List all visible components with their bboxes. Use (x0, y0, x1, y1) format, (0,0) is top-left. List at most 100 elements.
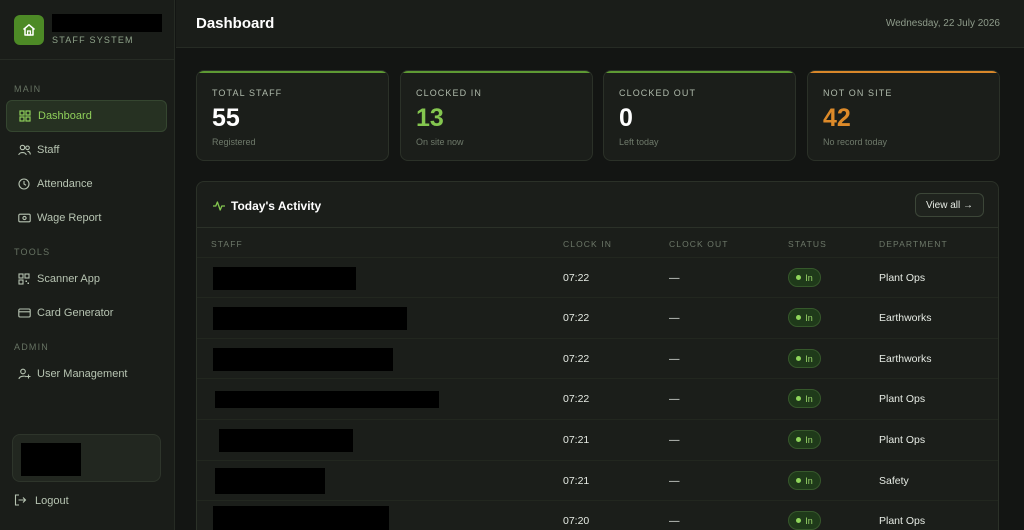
clock-in-time: 07:21 (563, 475, 590, 487)
status-dot-icon (796, 356, 802, 361)
clock-out-time: — (669, 272, 680, 284)
activity-title: Today's Activity (231, 199, 322, 213)
clock-out-time: — (669, 353, 680, 365)
department: Plant Ops (879, 393, 926, 405)
status-text: In (805, 434, 813, 445)
sidebar-item-user-management[interactable]: User Management (6, 358, 167, 390)
sidebar-item-label: Card Generator (37, 307, 114, 319)
stat-subtext: No record today (823, 137, 888, 147)
staff-name-redacted (219, 429, 353, 452)
view-all-button[interactable]: View all → (914, 193, 984, 217)
grid-icon (18, 109, 32, 123)
sidebar-item-label: Attendance (37, 178, 93, 190)
status-text: In (805, 475, 813, 486)
sidebar-item-label: Dashboard (38, 110, 92, 122)
sidebar-item-dashboard[interactable]: Dashboard (6, 100, 167, 132)
stat-card-not-on-site: NOT ON SITE 42 No record today (807, 70, 1000, 161)
stat-subtext: Left today (619, 137, 659, 147)
column-header-department[interactable]: DEPARTMENT (879, 239, 948, 249)
clock-icon (17, 177, 31, 191)
status-dot-icon (796, 275, 802, 280)
sidebar-item-scanner-app[interactable]: Scanner App (6, 263, 167, 295)
stat-label: CLOCKED IN (416, 88, 483, 98)
stat-label: TOTAL STAFF (212, 88, 283, 98)
table-row[interactable]: 07:22 — In Earthworks (197, 297, 998, 337)
department: Earthworks (879, 312, 932, 324)
sidebar-item-wage-report[interactable]: Wage Report (6, 202, 167, 234)
users-icon (17, 143, 31, 157)
sidebar-item-label: Scanner App (37, 273, 100, 285)
table-row[interactable]: 07:21 — In Safety (197, 460, 998, 500)
column-header-staff[interactable]: STAFF (211, 239, 243, 249)
clock-out-time: — (669, 434, 680, 446)
department: Plant Ops (879, 515, 926, 527)
department: Plant Ops (879, 434, 926, 446)
department: Plant Ops (879, 272, 926, 284)
staff-name-redacted (213, 506, 389, 530)
activity-panel-header: Today's Activity View all → (197, 182, 998, 228)
clock-in-time: 07:22 (563, 393, 590, 405)
activity-panel: Today's Activity View all → STAFF CLOCK … (196, 181, 999, 530)
column-header-status[interactable]: STATUS (788, 239, 827, 249)
status-badge: In (788, 349, 821, 368)
home-icon[interactable] (14, 14, 44, 45)
status-text: In (805, 353, 813, 364)
sidebar-item-label: Wage Report (37, 212, 102, 224)
section-label-tools: TOOLS (14, 247, 51, 257)
user-name-redacted (21, 443, 81, 476)
status-badge: In (788, 511, 821, 530)
status-dot-icon (796, 396, 802, 401)
stat-value: 0 (619, 104, 633, 132)
qr-icon (17, 272, 31, 286)
department: Safety (879, 475, 909, 487)
sidebar-item-label: Staff (37, 144, 60, 156)
section-label-admin: ADMIN (14, 342, 49, 352)
logout-button[interactable]: Logout (14, 494, 69, 508)
column-header-clock-out[interactable]: CLOCK OUT (669, 239, 729, 249)
clock-out-time: — (669, 312, 680, 324)
status-badge: In (788, 389, 821, 408)
top-bar: Dashboard Wednesday, 22 July 2026 (176, 0, 1024, 48)
clock-in-time: 07:20 (563, 515, 590, 527)
activity-pulse-icon (212, 199, 226, 213)
table-row[interactable]: 07:22 — In Earthworks (197, 338, 998, 378)
table-row[interactable]: 07:21 — In Plant Ops (197, 419, 998, 459)
status-dot-icon (796, 437, 802, 442)
status-dot-icon (796, 315, 802, 320)
table-row[interactable]: 07:20 — In Plant Ops (197, 500, 998, 530)
sidebar-item-card-generator[interactable]: Card Generator (6, 297, 167, 329)
clock-out-time: — (669, 475, 680, 487)
user-gear-icon (17, 367, 31, 381)
user-profile-card[interactable] (12, 434, 161, 482)
clock-in-time: 07:22 (563, 312, 590, 324)
department: Earthworks (879, 353, 932, 365)
brand-subtitle: STAFF SYSTEM (52, 35, 134, 45)
logout-icon (14, 494, 28, 508)
table-row[interactable]: 07:22 — In Plant Ops (197, 257, 998, 297)
stat-card-clocked-out: CLOCKED OUT 0 Left today (603, 70, 796, 161)
status-text: In (805, 312, 813, 323)
stat-subtext: On site now (416, 137, 464, 147)
section-label-main: MAIN (14, 84, 42, 94)
clock-in-time: 07:22 (563, 272, 590, 284)
stat-card-total-staff: TOTAL STAFF 55 Registered (196, 70, 389, 161)
staff-name-redacted (213, 348, 393, 371)
current-date: Wednesday, 22 July 2026 (885, 18, 1000, 29)
sidebar-item-attendance[interactable]: Attendance (6, 168, 167, 200)
status-text: In (805, 515, 813, 526)
sidebar-item-staff[interactable]: Staff (6, 134, 167, 166)
page-title: Dashboard (196, 15, 275, 32)
column-header-clock-in[interactable]: CLOCK IN (563, 239, 612, 249)
brand-name-redacted (52, 14, 162, 32)
clock-in-time: 07:21 (563, 434, 590, 446)
staff-name-redacted (215, 391, 439, 408)
table-row[interactable]: 07:22 — In Plant Ops (197, 378, 998, 418)
stat-value: 13 (416, 104, 444, 132)
stat-value: 42 (823, 104, 851, 132)
clock-out-time: — (669, 515, 680, 527)
status-dot-icon (796, 478, 802, 483)
money-icon (17, 211, 31, 225)
staff-name-redacted (213, 267, 356, 290)
status-badge: In (788, 471, 821, 490)
stat-label: NOT ON SITE (823, 88, 893, 98)
